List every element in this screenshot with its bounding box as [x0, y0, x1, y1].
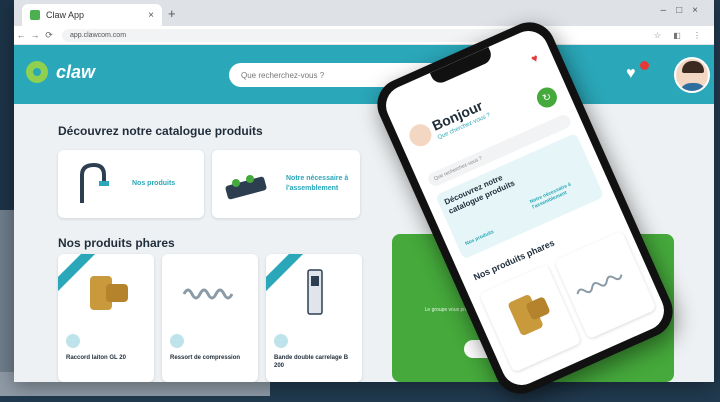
app-header: claw Que recherchez-vous ? ♥	[14, 45, 714, 105]
spring-icon	[180, 266, 240, 322]
catalog-card-label: Notre nécessaire à l'assemblement	[286, 175, 349, 192]
favorites-heart-icon[interactable]: ♥	[626, 65, 636, 83]
product-card[interactable]: Raccord laiton GL 20	[58, 254, 154, 382]
back-icon[interactable]: ←	[14, 30, 28, 40]
phone-catalog-label[interactable]: Nos produits	[464, 229, 495, 247]
phone-action-icon[interactable]: ↻	[533, 84, 561, 111]
forward-icon[interactable]: →	[28, 30, 42, 40]
browser-tab[interactable]: Claw App ×	[22, 4, 162, 26]
product-name: Raccord laiton GL 20	[66, 355, 126, 361]
brass-fitting-icon	[76, 266, 136, 322]
notification-badge	[640, 61, 649, 70]
close-tab-icon[interactable]: ×	[148, 10, 154, 21]
phone-avatar[interactable]	[405, 120, 435, 150]
product-card[interactable]: Bande double carrelage B 200	[266, 254, 362, 382]
logo[interactable]: claw	[26, 61, 95, 83]
catalog-card-label: Nos produits	[132, 180, 176, 187]
featured-title: Nos produits phares	[58, 236, 175, 250]
avatar[interactable]	[674, 57, 710, 93]
url-field[interactable]: app.clawcom.com	[62, 28, 550, 42]
catalog-card-products[interactable]: Nos produits	[58, 150, 204, 218]
brand-logo	[66, 334, 80, 348]
faucet-icon	[68, 159, 118, 209]
phone-catalog-section: Découvrez notre catalogue produits Nos p…	[435, 132, 605, 260]
catalog-title: Découvrez notre catalogue produits	[58, 124, 263, 138]
product-name: Bande double carrelage B 200	[274, 355, 349, 369]
favicon-icon	[30, 10, 40, 20]
tab-title: Claw App	[46, 10, 85, 20]
tools-icon	[222, 159, 272, 209]
extension-icons[interactable]: ☆ ◧ ⋮	[654, 31, 706, 40]
phone-catalog-label[interactable]: Notre nécessaire à l'assemblement	[529, 175, 589, 211]
product-name: Ressort de compression	[170, 355, 241, 361]
product-card[interactable]: Ressort de compression	[162, 254, 258, 382]
new-tab-icon[interactable]: +	[168, 6, 176, 21]
logo-text: claw	[56, 61, 96, 82]
brand-logo	[170, 334, 184, 348]
window-controls[interactable]: –□×	[661, 5, 708, 16]
phone-heart-icon[interactable]: ♥	[530, 52, 541, 66]
logo-mark-icon	[26, 61, 48, 83]
reload-icon[interactable]: ⟳	[42, 30, 56, 41]
catalog-card-assembly[interactable]: Notre nécessaire à l'assemblement	[212, 150, 360, 218]
address-bar: ← → ⟳ app.clawcom.com ☆ ◧ ⋮	[14, 26, 714, 45]
tape-roll-icon	[284, 266, 344, 322]
tab-bar: Claw App × + –□×	[14, 0, 714, 26]
brand-logo	[274, 334, 288, 348]
